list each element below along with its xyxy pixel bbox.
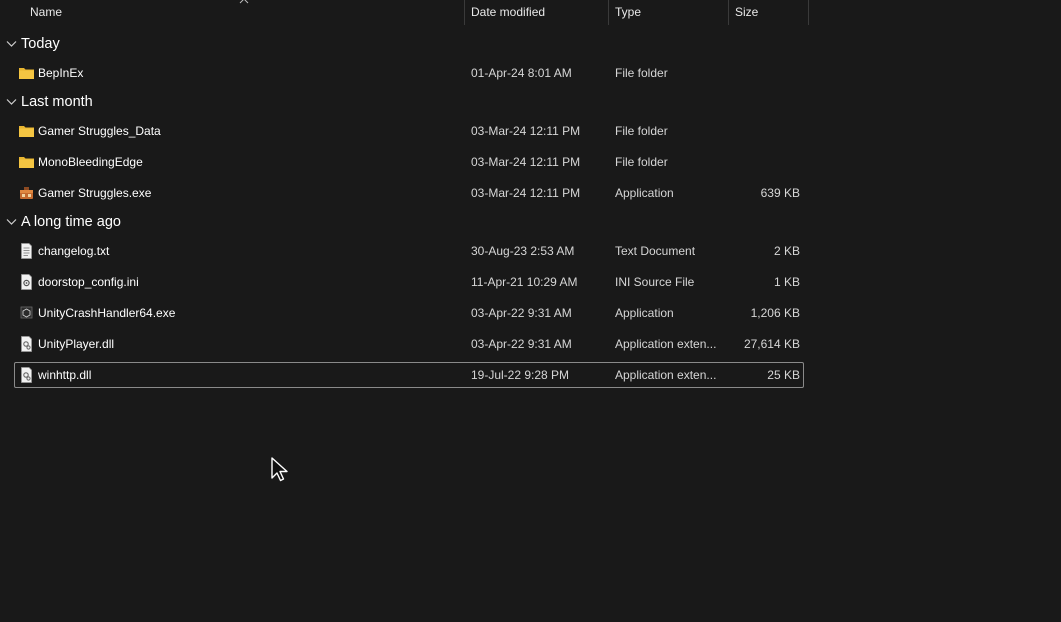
group-header-last-month[interactable]: Last month xyxy=(0,92,810,114)
file-size: 639 KB xyxy=(760,186,800,200)
column-header-type-label: Type xyxy=(615,5,642,19)
group-header-today[interactable]: Today xyxy=(0,34,810,56)
file-date-modified: 30-Aug-23 2:53 AM xyxy=(471,244,575,258)
folder-icon xyxy=(19,157,34,168)
column-header-type[interactable]: Type xyxy=(608,0,728,25)
file-name: MonoBleedingEdge xyxy=(38,155,143,169)
file-size: 2 KB xyxy=(773,244,800,258)
file-date-modified: 03-Mar-24 12:11 PM xyxy=(471,124,581,138)
file-type: Text Document xyxy=(615,244,696,258)
file-name: UnityPlayer.dll xyxy=(38,337,115,351)
column-header-bar: Name Date modified Type Size xyxy=(0,0,810,25)
ini-file-icon xyxy=(21,274,32,290)
file-name: doorstop_config.ini xyxy=(38,275,139,289)
file-date-modified: 01-Apr-24 8:01 AM xyxy=(471,66,572,80)
file-name: winhttp.dll xyxy=(38,368,92,382)
list-item[interactable]: MonoBleedingEdge 03-Mar-24 12:11 PM File… xyxy=(14,149,804,175)
column-header-date-modified[interactable]: Date modified xyxy=(464,0,608,25)
file-date-modified: 11-Apr-21 10:29 AM xyxy=(471,275,578,289)
chevron-down-icon[interactable] xyxy=(6,218,17,226)
unity-exe-icon xyxy=(20,306,33,319)
chevron-down-icon[interactable] xyxy=(6,98,17,106)
file-size: 1 KB xyxy=(773,275,800,289)
column-header-size[interactable]: Size xyxy=(728,0,808,25)
file-type: File folder xyxy=(615,66,668,80)
file-size: 25 KB xyxy=(767,368,800,382)
column-header-name-label: Name xyxy=(30,5,63,19)
list-item[interactable]: Gamer Struggles.exe 03-Mar-24 12:11 PM A… xyxy=(14,180,804,206)
list-item[interactable]: Gamer Struggles_Data 03-Mar-24 12:11 PM … xyxy=(14,118,804,144)
file-name: BepInEx xyxy=(38,66,84,80)
app-exe-icon xyxy=(20,187,33,199)
list-item[interactable]: BepInEx 01-Apr-24 8:01 AM File folder xyxy=(14,60,804,86)
file-name: changelog.txt xyxy=(38,244,110,258)
column-header-end-divider xyxy=(808,0,809,25)
file-type: File folder xyxy=(615,124,668,138)
chevron-down-icon[interactable] xyxy=(6,40,17,48)
folder-icon xyxy=(19,68,34,79)
file-date-modified: 03-Apr-22 9:31 AM xyxy=(471,337,572,351)
file-date-modified: 03-Mar-24 12:11 PM xyxy=(471,155,581,169)
file-type: Application xyxy=(615,186,674,200)
file-date-modified: 03-Apr-22 9:31 AM xyxy=(471,306,572,320)
group-header-a-long-time-ago[interactable]: A long time ago xyxy=(0,212,810,234)
file-date-modified: 19-Jul-22 9:28 PM xyxy=(471,368,570,382)
mouse-pointer-icon xyxy=(271,457,288,482)
file-explorer-details-view: Name Date modified Type Size Today BepIn… xyxy=(0,0,1061,622)
file-date-modified: 03-Mar-24 12:11 PM xyxy=(471,186,581,200)
column-header-name[interactable]: Name xyxy=(24,0,464,25)
group-header-label: Last month xyxy=(21,94,93,110)
dll-file-icon xyxy=(21,367,32,383)
file-type: Application exten... xyxy=(615,337,717,351)
file-type: Application exten... xyxy=(615,368,717,382)
text-document-icon xyxy=(21,243,32,259)
list-item[interactable]: changelog.txt 30-Aug-23 2:53 AM Text Doc… xyxy=(14,238,804,264)
file-type: File folder xyxy=(615,155,668,169)
group-header-label: A long time ago xyxy=(21,214,121,230)
group-header-label: Today xyxy=(21,36,60,52)
file-name: Gamer Struggles.exe xyxy=(38,186,152,200)
file-type: Application xyxy=(615,306,674,320)
file-type: INI Source File xyxy=(615,275,695,289)
file-size: 1,206 KB xyxy=(750,306,800,320)
dll-file-icon xyxy=(21,336,32,352)
folder-icon xyxy=(19,126,34,137)
list-item[interactable]: UnityCrashHandler64.exe 03-Apr-22 9:31 A… xyxy=(14,300,804,326)
list-item[interactable]: doorstop_config.ini 11-Apr-21 10:29 AM I… xyxy=(14,269,804,295)
list-item-focused[interactable]: winhttp.dll 19-Jul-22 9:28 PM Applicatio… xyxy=(14,362,804,388)
file-name: UnityCrashHandler64.exe xyxy=(38,306,176,320)
column-header-size-label: Size xyxy=(735,5,759,19)
file-size: 27,614 KB xyxy=(743,337,800,351)
list-item[interactable]: UnityPlayer.dll 03-Apr-22 9:31 AM Applic… xyxy=(14,331,804,357)
file-name: Gamer Struggles_Data xyxy=(38,124,161,138)
column-header-date-label: Date modified xyxy=(471,5,546,19)
